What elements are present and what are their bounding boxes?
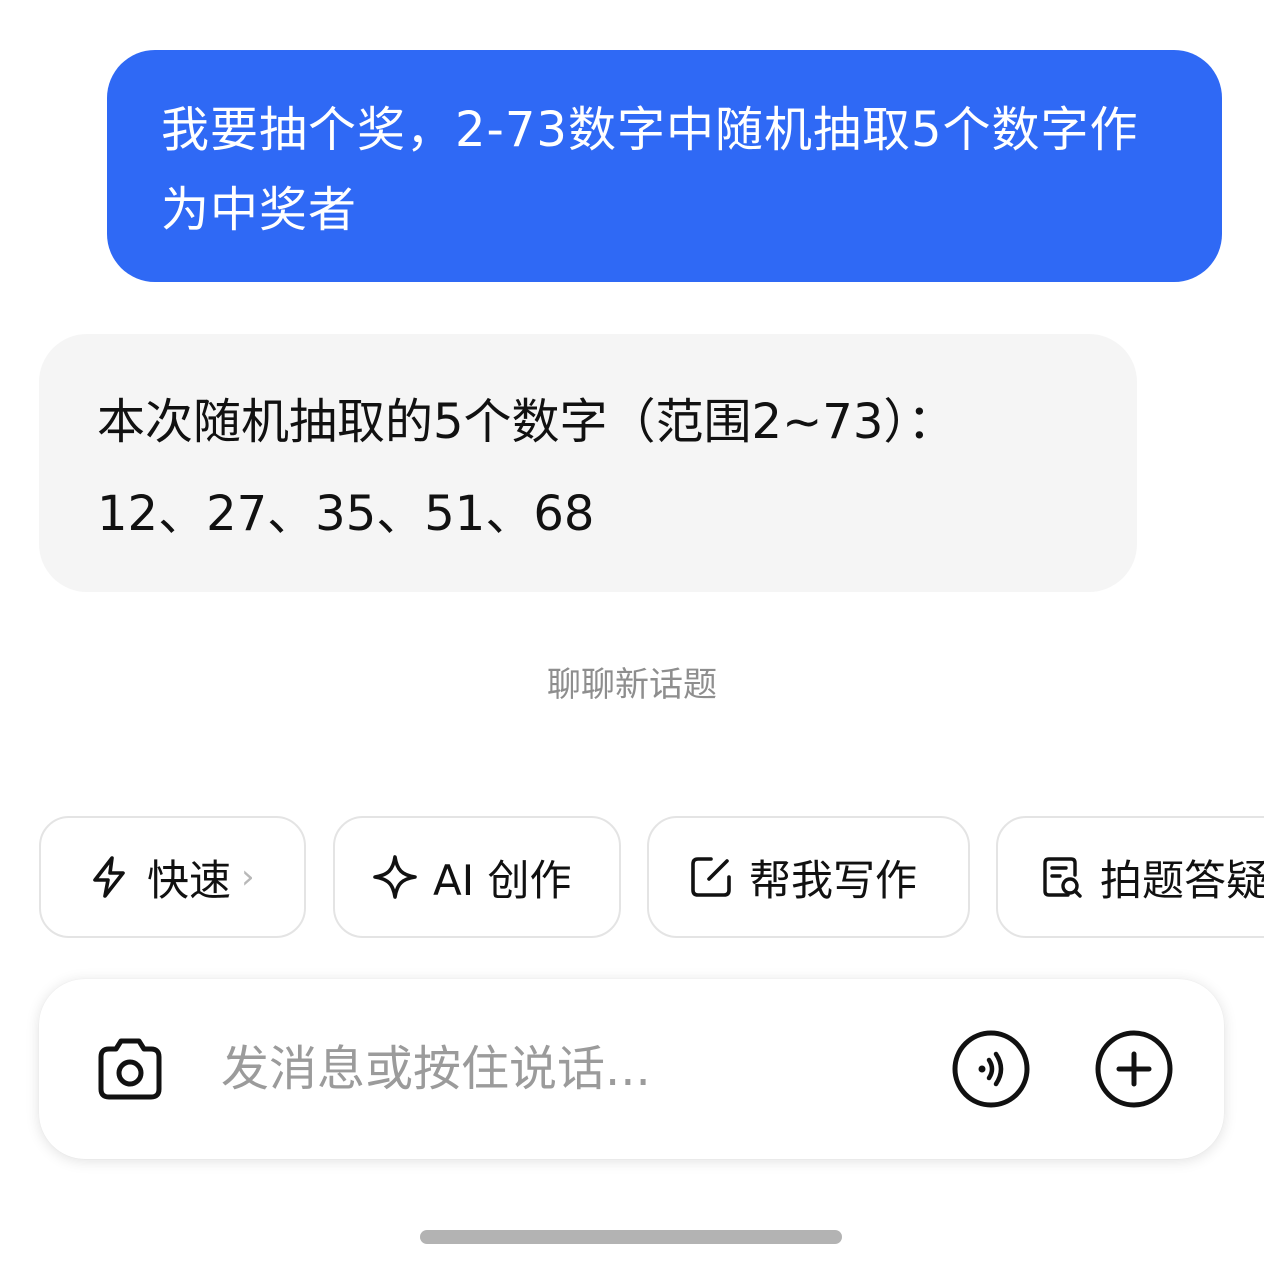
document-search-icon: [1043, 857, 1082, 898]
quick-action-fast[interactable]: 快速 ›: [39, 816, 306, 938]
user-message-text: 我要抽个奖，2-73数字中随机抽取5个数字作为中奖者: [161, 102, 1139, 238]
voice-icon[interactable]: [951, 1029, 1031, 1109]
home-indicator[interactable]: [420, 1230, 842, 1244]
assistant-message-bubble: 本次随机抽取的5个数字（范围2~73）： 12、27、35、51、68: [39, 334, 1137, 592]
camera-icon[interactable]: [91, 1031, 169, 1109]
assistant-message-numbers: 12、27、35、51、68: [97, 486, 595, 542]
quick-action-label: AI 创作: [433, 855, 572, 905]
quick-action-label: 拍题答疑: [1100, 855, 1264, 905]
quick-action-help-write[interactable]: 帮我写作: [647, 816, 970, 938]
quick-action-label: 快速: [147, 855, 232, 905]
quick-action-label: 帮我写作: [749, 855, 918, 905]
chevron-right-icon: ›: [241, 857, 255, 897]
new-topic-label: 聊聊新话题: [547, 665, 717, 705]
plus-icon[interactable]: [1094, 1029, 1174, 1109]
message-input[interactable]: 发消息或按住说话...: [221, 1037, 651, 1101]
new-topic-link[interactable]: 聊聊新话题: [0, 662, 1264, 708]
quick-action-photo-qa[interactable]: 拍题答疑: [996, 816, 1264, 938]
quick-action-ai-create[interactable]: AI 创作: [333, 816, 621, 938]
user-message-bubble: 我要抽个奖，2-73数字中随机抽取5个数字作为中奖者: [107, 50, 1222, 282]
sparkle-icon: [373, 855, 417, 899]
edit-icon: [691, 857, 731, 897]
assistant-message-line: 本次随机抽取的5个数字（范围2~73）：: [97, 394, 956, 450]
lightning-icon: [93, 856, 125, 898]
message-input-bar: 发消息或按住说话...: [39, 979, 1224, 1159]
